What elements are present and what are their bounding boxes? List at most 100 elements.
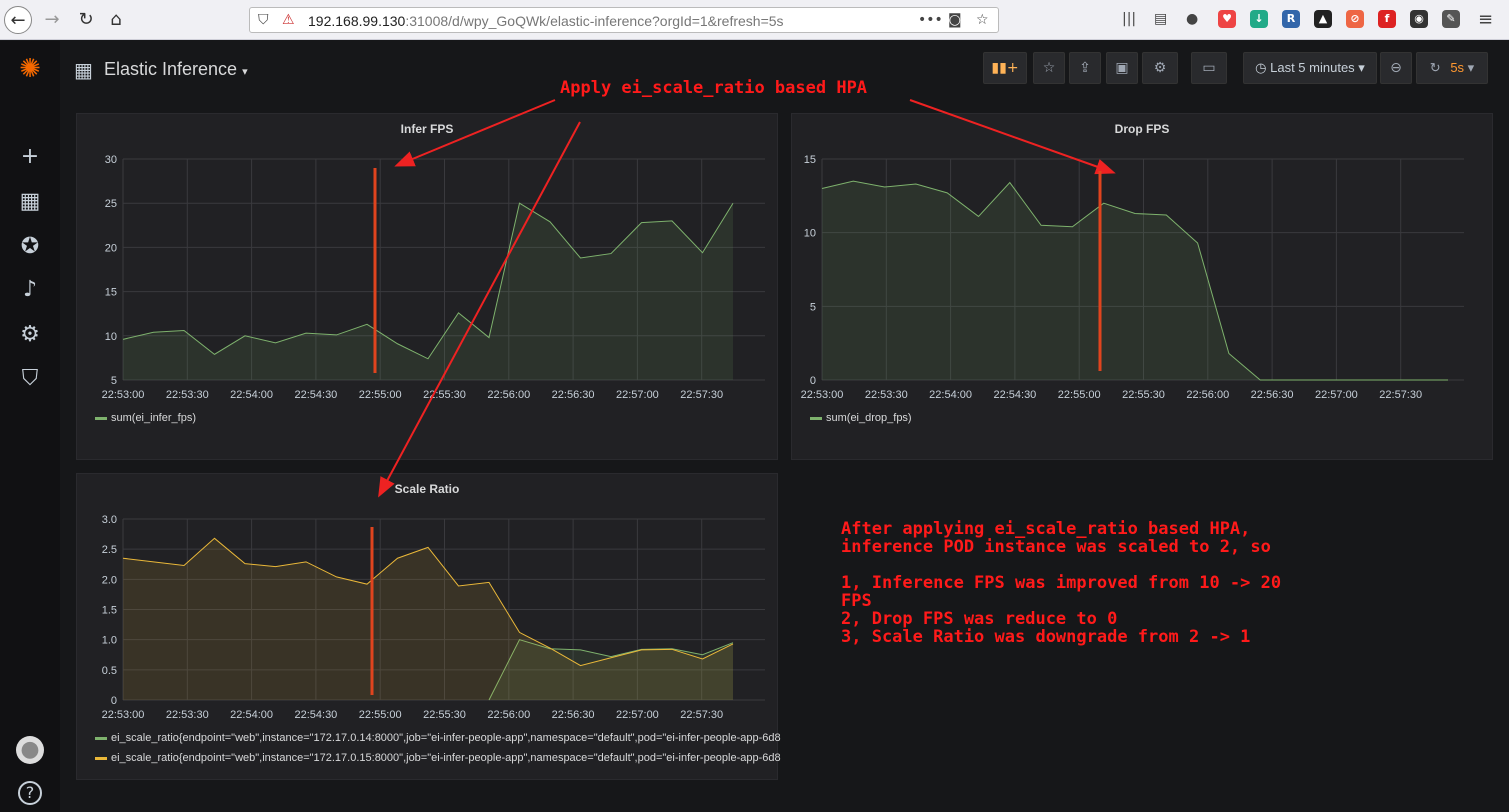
y-tick-label: 1.5: [102, 605, 117, 617]
y-tick-label: 3.0: [102, 514, 117, 526]
scale-ratio-chart[interactable]: 0 0.5 1.0 1.5 2.0 2.5 3.0 22:53:00 22:53:30 22:54…: [77, 504, 779, 744]
legend-item[interactable]: sum(ei_infer_fps): [95, 412, 196, 424]
series-area: [123, 538, 733, 700]
y-tick-label: 0.5: [102, 665, 117, 677]
legend-item[interactable]: ei_scale_ratio{endpoint="web",instance="…: [95, 752, 781, 764]
shield-icon[interactable]: ⛉: [258, 12, 269, 28]
y-tick-label: 2.0: [102, 574, 117, 586]
x-tick-label: 22:57:00: [616, 709, 659, 721]
forward-icon[interactable]: →: [38, 6, 66, 34]
x-tick-label: 22:56:00: [487, 709, 530, 721]
alerting-bell-icon[interactable]: ♪: [16, 276, 44, 304]
avatar[interactable]: ●: [16, 736, 44, 764]
y-tick-label: 10: [804, 228, 816, 240]
x-tick-label: 22:53:00: [102, 709, 145, 721]
extension-icon[interactable]: R: [1282, 10, 1300, 28]
x-tick-label: 22:56:30: [552, 709, 595, 721]
extension-icon[interactable]: ▲: [1314, 10, 1332, 28]
y-tick-label: 15: [105, 287, 117, 299]
refresh-icon: ↻: [1429, 60, 1441, 75]
x-tick-label: 22:56:30: [552, 389, 595, 401]
x-tick-label: 22:57:30: [680, 709, 723, 721]
x-tick-label: 22:55:00: [359, 709, 402, 721]
account-icon[interactable]: ●: [1186, 11, 1198, 27]
y-tick-label: 0: [810, 375, 816, 387]
extension-icon[interactable]: ♥: [1218, 10, 1236, 28]
extension-icon[interactable]: ✎: [1442, 10, 1460, 28]
share-button[interactable]: ⇪: [1069, 52, 1101, 84]
x-tick-label: 22:53:00: [801, 389, 844, 401]
panel-title[interactable]: Infer FPS: [77, 122, 777, 136]
extension-icon[interactable]: ↓: [1250, 10, 1268, 28]
x-tick-label: 22:53:30: [865, 389, 908, 401]
drop-fps-chart[interactable]: 0 5 10 15 22:53:00 22:53:30 22:54:00 22:54:30 22…: [792, 144, 1494, 444]
extension-icon[interactable]: ⊘: [1346, 10, 1364, 28]
panel-title[interactable]: Drop FPS: [792, 122, 1492, 136]
settings-button[interactable]: ⚙: [1142, 52, 1178, 84]
x-tick-label: 22:54:30: [294, 709, 337, 721]
x-tick-label: 22:57:00: [1315, 389, 1358, 401]
infer-fps-panel: Infer FPS 5 10 15 20 25 30 22:53:00 22:53:30 22:…: [76, 113, 778, 460]
x-tick-label: 22:54:00: [230, 389, 273, 401]
explore-icon[interactable]: ✪: [16, 233, 44, 261]
panel-title[interactable]: Scale Ratio: [77, 482, 777, 496]
pocket-icon[interactable]: ◙: [948, 12, 962, 28]
grafana-logo-icon[interactable]: ✺: [16, 55, 44, 83]
menu-icon[interactable]: ≡: [1478, 9, 1493, 30]
add-panel-button[interactable]: ▮▮+: [983, 52, 1027, 84]
url-text[interactable]: 192.168.99.130:31008/d/wpy_GoQWk/elastic…: [308, 13, 784, 29]
tv-mode-button[interactable]: ▭: [1191, 52, 1227, 84]
y-tick-label: 1.0: [102, 635, 117, 647]
y-tick-label: 5: [111, 375, 117, 387]
legend-item[interactable]: ei_scale_ratio{endpoint="web",instance="…: [95, 732, 781, 744]
y-tick-label: 2.5: [102, 544, 117, 556]
gear-icon[interactable]: ⚙: [16, 321, 44, 349]
url-bar[interactable]: ⛉ ⚠ 192.168.99.130:31008/d/wpy_GoQWk/ela…: [249, 7, 999, 33]
chevron-down-icon: ▾: [1358, 60, 1365, 75]
plus-icon[interactable]: +: [16, 143, 44, 171]
x-tick-label: 22:55:30: [423, 389, 466, 401]
home-icon[interactable]: ⌂: [102, 6, 130, 34]
scale-ratio-panel: Scale Ratio 0 0.5 1.0 1.5 2.0 2.5 3.0 22:53:00 2…: [76, 473, 781, 780]
x-tick-label: 22:55:30: [423, 709, 466, 721]
extension-icon[interactable]: ◉: [1410, 10, 1428, 28]
bookmark-star-icon[interactable]: ☆: [976, 12, 989, 28]
x-tick-label: 22:53:30: [166, 389, 209, 401]
chevron-down-icon: ▾: [242, 66, 248, 78]
annotation-title: Apply ei_scale_ratio based HPA: [560, 78, 868, 98]
save-button[interactable]: ▣: [1106, 52, 1138, 84]
shield-icon[interactable]: ⛉: [16, 365, 44, 393]
x-tick-label: 22:55:00: [359, 389, 402, 401]
reload-icon[interactable]: ↻: [72, 6, 100, 34]
x-tick-label: 22:55:30: [1122, 389, 1165, 401]
chevron-down-icon: ▾: [1467, 60, 1475, 75]
x-tick-label: 22:56:00: [487, 389, 530, 401]
back-icon[interactable]: ←: [4, 6, 32, 34]
refresh-button[interactable]: ↻ 5s ▾: [1416, 52, 1488, 84]
library-icon[interactable]: |||: [1122, 11, 1136, 27]
series-area: [822, 181, 1448, 380]
legend-item[interactable]: sum(ei_drop_fps): [810, 412, 912, 424]
x-tick-label: 22:57:00: [616, 389, 659, 401]
x-tick-label: 22:54:30: [993, 389, 1036, 401]
time-range-picker[interactable]: ◷ Last 5 minutes ▾: [1243, 52, 1377, 84]
y-tick-label: 30: [105, 154, 117, 166]
insecure-icon[interactable]: ⚠: [282, 12, 295, 28]
x-tick-label: 22:56:00: [1186, 389, 1229, 401]
clock-icon: ◷: [1255, 60, 1267, 75]
help-icon[interactable]: ?: [18, 781, 42, 805]
dashboards-icon[interactable]: ▦: [16, 188, 44, 216]
extension-icon[interactable]: f: [1378, 10, 1396, 28]
y-tick-label: 10: [105, 331, 117, 343]
x-tick-label: 22:53:30: [166, 709, 209, 721]
reader-icon[interactable]: ▤: [1154, 11, 1167, 27]
star-button[interactable]: ☆: [1033, 52, 1065, 84]
more-icon[interactable]: •••: [918, 12, 943, 28]
browser-toolbar: ← → ↻ ⌂ ⛉ ⚠ 192.168.99.130:31008/d/wpy_G…: [0, 0, 1509, 40]
dashboard-title[interactable]: Elastic Inference ▾: [104, 59, 248, 80]
annotation-note: After applying ei_scale_ratio based HPA,…: [841, 519, 1282, 647]
x-tick-label: 22:57:30: [680, 389, 723, 401]
zoom-out-button[interactable]: ⊖: [1380, 52, 1412, 84]
infer-fps-chart[interactable]: 5 10 15 20 25 30 22:53:00 22:53:30 22:54:00 22:54…: [77, 144, 779, 444]
y-tick-label: 20: [105, 242, 117, 254]
